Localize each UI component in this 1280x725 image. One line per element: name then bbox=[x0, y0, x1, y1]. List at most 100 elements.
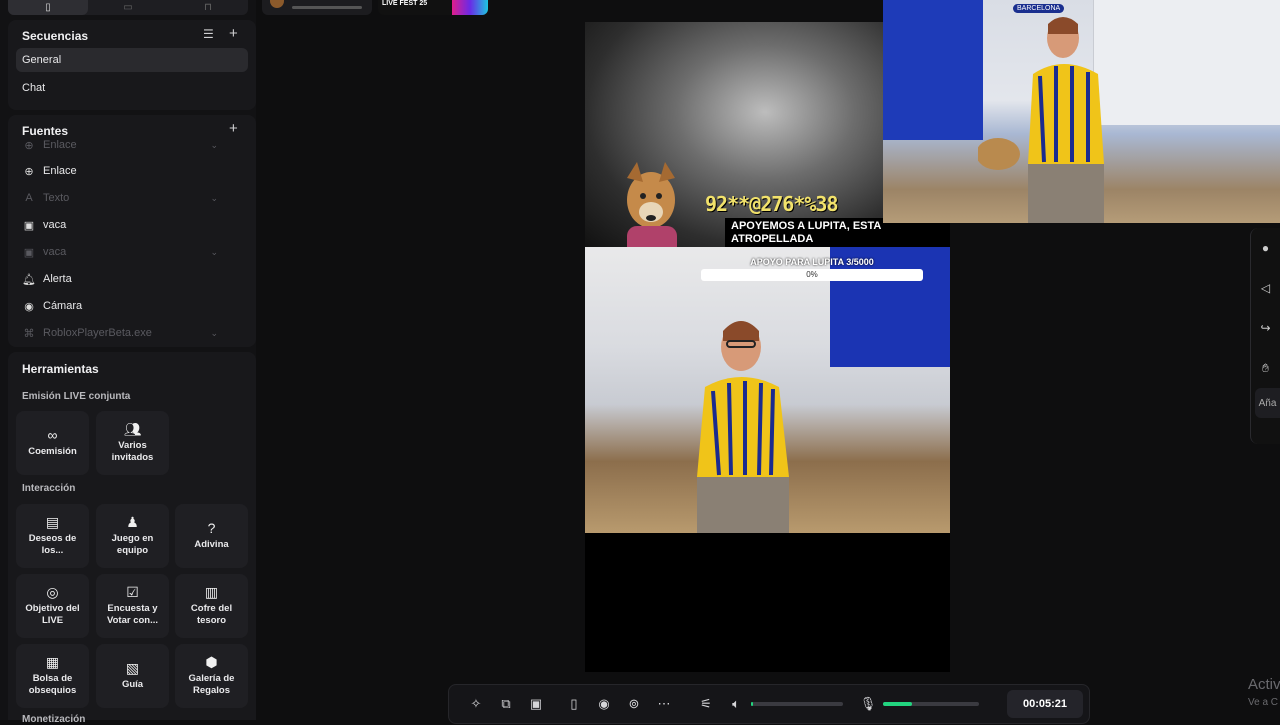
source-item-vaca-2[interactable]: ▣ vaca ⌄ bbox=[22, 241, 248, 263]
chest-icon: ▥ bbox=[204, 584, 219, 600]
stream-timer: 00:05:21 bbox=[1007, 690, 1083, 718]
chevron-down-icon[interactable]: ⌄ bbox=[210, 193, 218, 204]
add-source-icon[interactable]: + bbox=[229, 120, 238, 137]
sequence-item-general[interactable]: General bbox=[16, 48, 248, 72]
person-figure bbox=[697, 321, 789, 533]
tool-coemision[interactable]: ∞ Coemisión bbox=[16, 411, 89, 475]
layout-mode-switch: ▯ ▭ ⊓ bbox=[8, 0, 248, 15]
window-mode-tab[interactable]: ▭ bbox=[88, 0, 168, 15]
tool-label: Cofre del tesoro bbox=[190, 603, 233, 626]
wall-sign: BARCELONA bbox=[1013, 4, 1065, 13]
tool-label: Adivina bbox=[194, 539, 229, 550]
team-icon: ♟ bbox=[126, 514, 139, 530]
source-item-alerta[interactable]: 🔔︎ Alerta bbox=[22, 268, 248, 290]
right-toolbar: ● ◁ ↪ ✋︎ Aña bbox=[1250, 228, 1280, 444]
volume-slider[interactable] bbox=[751, 702, 843, 706]
blue-wall bbox=[883, 0, 983, 140]
source-item-camara[interactable]: ◉ Cámara bbox=[22, 295, 248, 317]
record-icon[interactable]: ◉ bbox=[589, 696, 619, 712]
scene-thumbnail-1[interactable] bbox=[262, 0, 372, 15]
globe-icon: ⊕ bbox=[24, 165, 34, 178]
gift-bag-icon: ▦ bbox=[45, 654, 60, 670]
herramientas-title: Herramientas bbox=[22, 362, 99, 376]
chevron-down-icon[interactable]: ⌄ bbox=[210, 140, 218, 151]
text-icon: A bbox=[25, 192, 33, 204]
screen-icon[interactable]: ▣ bbox=[521, 696, 551, 712]
chevron-down-icon[interactable]: ⌄ bbox=[210, 328, 218, 339]
tool-label: Bolsa de obsequios bbox=[28, 673, 77, 696]
source-item-enlace-2[interactable]: ⊕ Enlace bbox=[22, 160, 248, 182]
tool-label: Encuesta y Votar con... bbox=[106, 603, 159, 626]
chevron-down-icon[interactable]: ⌄ bbox=[210, 247, 218, 258]
mic-slider[interactable] bbox=[883, 702, 979, 706]
thumbnail-progress bbox=[292, 6, 362, 9]
hand-icon[interactable]: ✋︎ bbox=[1251, 348, 1280, 388]
tool-juego-equipo[interactable]: ♟ Juego en equipo bbox=[96, 504, 169, 568]
sequence-item-chat[interactable]: Chat bbox=[16, 76, 248, 100]
sequence-label: General bbox=[22, 54, 62, 66]
wardrobe bbox=[1093, 0, 1280, 125]
list-icon[interactable]: ☰ bbox=[203, 27, 214, 41]
source-item-texto[interactable]: A Texto ⌄ bbox=[22, 187, 248, 209]
live-fest-banner[interactable]: LIVE FEST 25 bbox=[378, 0, 490, 15]
secondary-camera-feed[interactable]: BARCELONA bbox=[883, 0, 1280, 223]
poll-icon: ☑ bbox=[126, 584, 139, 600]
source-item-roblox[interactable]: ⌘ RobloxPlayerBeta.exe ⌄ bbox=[22, 322, 248, 344]
layers-icon[interactable]: ⧉ bbox=[491, 696, 521, 712]
tool-label: Objetivo del LIVE bbox=[25, 603, 80, 626]
tool-label: Galería de Regalos bbox=[188, 673, 235, 696]
live-fest-graphic bbox=[452, 0, 488, 15]
more-icon[interactable]: ⋯ bbox=[649, 696, 679, 712]
tool-varios-invitados[interactable]: 👥︎ Varios invitados bbox=[96, 411, 169, 475]
source-label: Alerta bbox=[43, 273, 72, 285]
sequence-label: Chat bbox=[22, 82, 46, 94]
volume-icon[interactable]: 🔈︎ bbox=[721, 696, 751, 712]
tool-cofre[interactable]: ▥ Cofre del tesoro bbox=[175, 574, 248, 638]
phone-icon[interactable]: ▯ bbox=[559, 696, 589, 712]
watermark-line2: Ve a C bbox=[1248, 697, 1279, 708]
source-label: vaca bbox=[43, 246, 67, 258]
sidebar: ▯ ▭ ⊓ Secuencias ☰ + General Chat Fuente… bbox=[0, 0, 256, 725]
guide-icon: ▧ bbox=[125, 660, 140, 676]
share-icon[interactable]: ↪ bbox=[1251, 308, 1280, 348]
add-sequence-icon[interactable]: + bbox=[229, 25, 238, 42]
tool-bolsa[interactable]: ▦ Bolsa de obsequios bbox=[16, 644, 89, 708]
watermark-line1: Activ bbox=[1248, 676, 1280, 693]
live-goal-widget: APOYO PARA LUPITA 3/5000 0% bbox=[701, 257, 923, 281]
tool-encuesta[interactable]: ☑ Encuesta y Votar con... bbox=[96, 574, 169, 638]
person-figure bbox=[978, 17, 1104, 223]
lock-mode-tab[interactable]: ⊓ bbox=[168, 0, 248, 15]
mic-icon[interactable]: 🎙︎ bbox=[853, 696, 883, 712]
goal-percent: 0% bbox=[806, 270, 818, 279]
megaphone-icon[interactable]: ◁ bbox=[1251, 268, 1280, 308]
source-label: RobloxPlayerBeta.exe bbox=[43, 327, 152, 339]
support-banner: APOYEMOS A LUPITA, ESTA ATROPELLADA bbox=[725, 218, 893, 248]
globe-icon: ⊕ bbox=[24, 139, 34, 152]
source-label: vaca bbox=[43, 219, 67, 231]
settings-sliders-icon[interactable]: ⚟ bbox=[691, 696, 721, 712]
tool-label: Deseos de los... bbox=[28, 533, 77, 556]
emision-title: Emisión LIVE conjunta bbox=[22, 391, 131, 402]
camera-icon: ◉ bbox=[24, 300, 34, 313]
wishes-icon: ▤ bbox=[45, 514, 60, 530]
target-icon: ◎ bbox=[46, 584, 59, 600]
image-icon: ▣ bbox=[23, 219, 35, 232]
tool-deseos[interactable]: ▤ Deseos de los... bbox=[16, 504, 89, 568]
tool-galeria[interactable]: ⬢ Galería de Regalos bbox=[175, 644, 248, 708]
source-label: Cámara bbox=[43, 300, 83, 312]
mobile-mode-tab[interactable]: ▯ bbox=[8, 0, 88, 15]
magic-wand-icon[interactable]: ✧ bbox=[461, 696, 491, 712]
tool-guia[interactable]: ▧ Guía bbox=[96, 644, 169, 708]
source-item-enlace-1[interactable]: ⊕ Enlace ⌄ bbox=[22, 139, 248, 151]
live-fest-label: LIVE FEST 25 bbox=[382, 0, 428, 7]
gallery-icon: ⬢ bbox=[205, 654, 218, 670]
effects-icon[interactable]: ⊚ bbox=[619, 696, 649, 712]
tool-adivina[interactable]: ? Adivina bbox=[175, 504, 248, 568]
main-camera-feed: APOYO PARA LUPITA 3/5000 0% bbox=[585, 247, 950, 533]
source-item-vaca-1[interactable]: ▣ vaca bbox=[22, 214, 248, 236]
add-button[interactable]: Aña bbox=[1255, 388, 1280, 418]
window-icon: ▭ bbox=[123, 2, 133, 13]
avatar-icon[interactable]: ● bbox=[1251, 228, 1280, 268]
tool-objetivo[interactable]: ◎ Objetivo del LIVE bbox=[16, 574, 89, 638]
mobile-icon: ▯ bbox=[45, 2, 51, 13]
